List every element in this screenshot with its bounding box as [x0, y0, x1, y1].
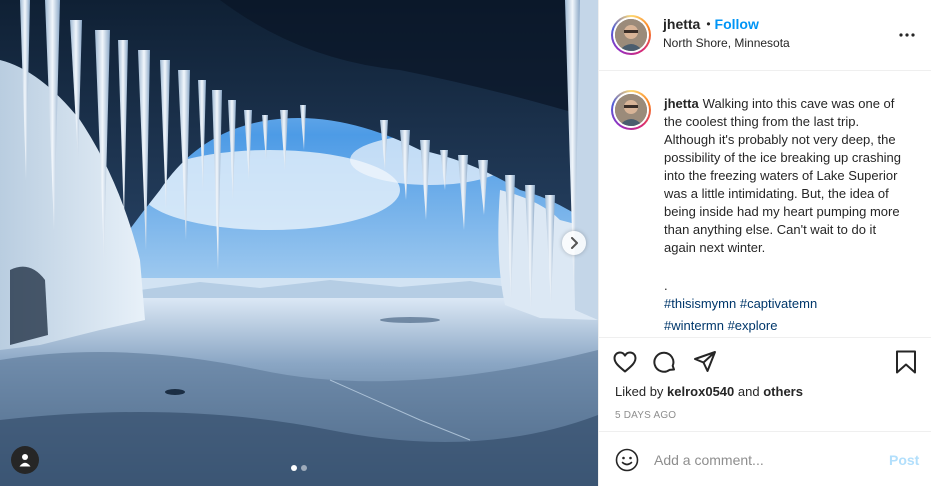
smiley-icon — [615, 448, 639, 472]
caption-username[interactable]: jhetta — [664, 96, 699, 111]
caption-hashtags[interactable]: #thisismymn #captivatemn — [664, 295, 909, 313]
carousel-dot — [301, 465, 307, 471]
caption-dot-line: . — [664, 278, 668, 293]
likes-prefix: Liked by — [615, 384, 664, 399]
comment-button[interactable] — [652, 349, 678, 375]
user-portrait-avatar — [615, 19, 647, 51]
follow-button[interactable]: Follow — [715, 16, 759, 32]
carousel-indicator — [0, 465, 598, 471]
author-username[interactable]: jhetta — [663, 16, 700, 32]
comments-section[interactable]: jhetta Walking into this cave was one of … — [599, 71, 931, 337]
caption-text: Walking into this cave was one of the co… — [664, 96, 902, 255]
carousel-dot-active — [291, 465, 297, 471]
ice-cave-photo — [0, 0, 598, 486]
carousel-next-button[interactable] — [562, 231, 586, 255]
chevron-right-icon — [571, 237, 578, 249]
save-button[interactable] — [893, 349, 919, 375]
paper-plane-icon — [694, 351, 716, 372]
comment-icon — [653, 351, 675, 373]
post-media[interactable] — [0, 0, 598, 486]
likes-and: and — [737, 384, 760, 399]
emoji-button[interactable] — [614, 447, 640, 473]
post-side-panel: jhetta • Follow North Shore, Minnesota j… — [598, 0, 931, 486]
like-button[interactable] — [612, 349, 638, 375]
post-caption: jhetta Walking into this cave was one of … — [664, 95, 909, 335]
post-actions: Liked by kelrox0540 and others 5 DAYS AG… — [599, 337, 931, 431]
user-portrait-avatar — [615, 94, 647, 126]
post-location[interactable]: North Shore, Minnesota — [663, 36, 790, 50]
likes-others-link[interactable]: others — [763, 384, 803, 399]
more-options-button[interactable] — [897, 25, 917, 45]
add-comment-bar: Post — [599, 431, 931, 486]
caption-author-avatar[interactable] — [611, 90, 651, 130]
post-comment-button[interactable]: Post — [889, 452, 919, 468]
comment-input[interactable] — [654, 449, 864, 471]
share-button[interactable] — [692, 349, 718, 375]
heart-icon — [613, 351, 637, 373]
post-header: jhetta • Follow North Shore, Minnesota — [599, 0, 931, 71]
post-timestamp[interactable]: 5 DAYS AGO — [615, 410, 676, 421]
likes-user-link[interactable]: kelrox0540 — [667, 384, 734, 399]
bookmark-icon — [896, 350, 916, 374]
caption-hashtags-partial[interactable]: #wintermn #explore — [664, 317, 909, 335]
author-avatar[interactable] — [611, 15, 651, 55]
separator-bullet: • — [706, 17, 711, 31]
likes-summary: Liked by kelrox0540 and others — [615, 384, 803, 399]
instagram-post: jhetta • Follow North Shore, Minnesota j… — [0, 0, 931, 486]
ellipsis-icon — [899, 33, 915, 37]
